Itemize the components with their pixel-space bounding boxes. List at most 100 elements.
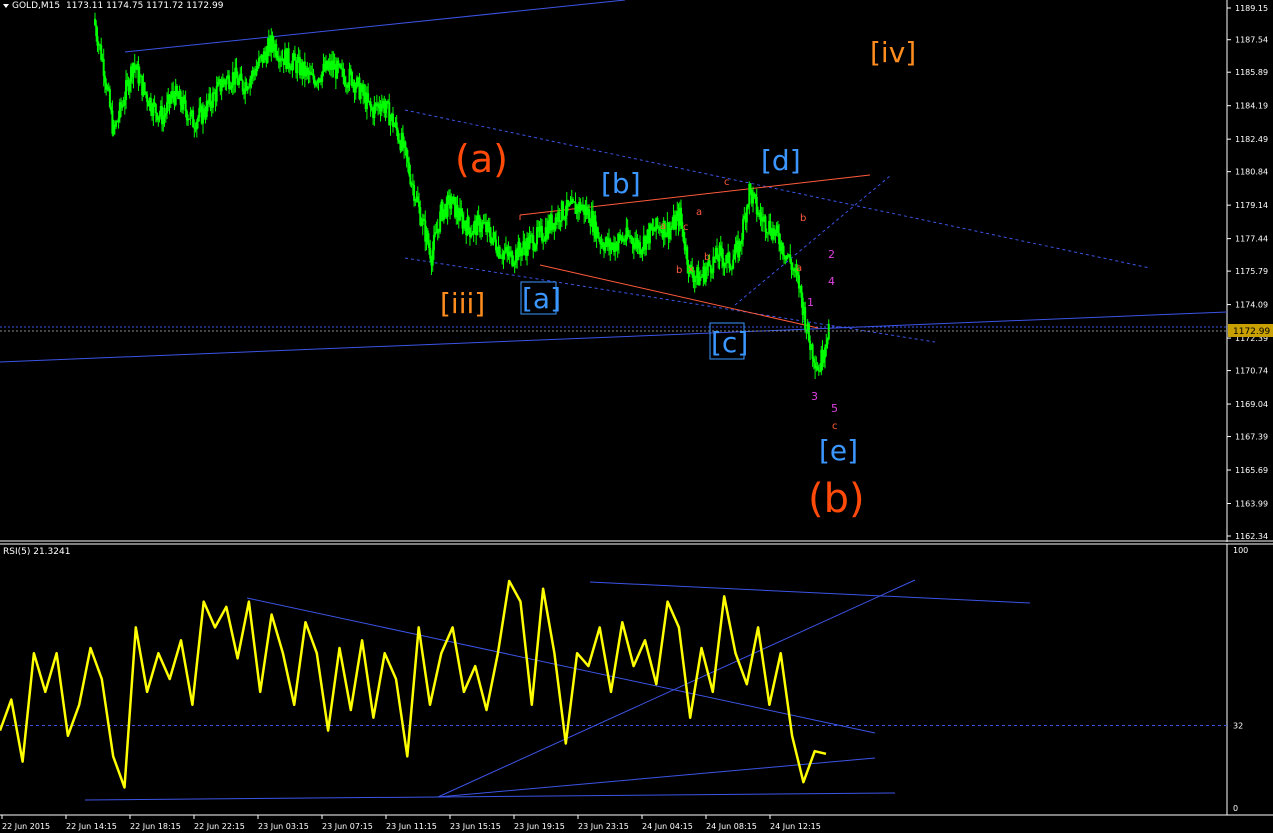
impulse-label-2: 2 — [828, 248, 835, 261]
candle-body — [149, 98, 152, 112]
candle-body — [133, 63, 136, 67]
wave-label-a-bracket: [a] — [522, 282, 561, 315]
price-tick-label: 1169.04 — [1235, 400, 1268, 409]
candle-body — [404, 141, 407, 148]
candle-body — [749, 184, 752, 191]
candle-body — [230, 85, 233, 89]
candle-body — [246, 87, 249, 91]
candle-body — [732, 259, 735, 269]
candle-body — [513, 262, 516, 265]
candle-body — [439, 211, 442, 232]
candle-body — [250, 76, 253, 79]
candle-body — [724, 262, 727, 264]
candle-body — [511, 251, 514, 266]
candle-body — [693, 278, 696, 283]
candle-body — [427, 242, 430, 248]
ohlc-readout: 1173.11 1174.75 1171.72 1172.99 — [66, 1, 224, 11]
candle-body — [102, 58, 105, 76]
candle-body — [626, 227, 629, 237]
candle-body — [423, 219, 426, 221]
rsi-tick-label: 32 — [1233, 721, 1243, 730]
candle-body — [287, 48, 290, 66]
candle-body — [675, 216, 678, 230]
candle-body — [631, 237, 634, 245]
time-tick-label: 24 Jun 12:15 — [770, 822, 821, 831]
candle-body — [498, 246, 501, 258]
candle-body — [719, 245, 722, 249]
candle-body — [716, 248, 719, 260]
candle-body — [211, 92, 214, 108]
candle-body — [477, 215, 480, 218]
candle-body — [824, 347, 827, 358]
candle-body — [431, 250, 434, 266]
candle-body — [241, 80, 244, 92]
candle-body — [349, 68, 352, 72]
price-tick-label: 1179.14 — [1235, 201, 1268, 210]
candle-body — [506, 247, 509, 252]
candle-body — [354, 86, 357, 93]
candle-body — [213, 92, 216, 94]
candle-body — [640, 251, 643, 255]
candle-body — [467, 217, 470, 228]
candle-body — [198, 107, 201, 118]
candle-body — [652, 227, 655, 231]
candle-body — [480, 228, 483, 233]
candle-body — [645, 236, 648, 250]
candle-body — [413, 184, 416, 201]
candle-body — [384, 108, 387, 114]
candle-body — [745, 207, 748, 223]
candle-body — [247, 86, 250, 88]
candle-body — [249, 78, 252, 87]
candle-body — [491, 237, 494, 244]
symbol-title: GOLD,M15 — [12, 1, 60, 11]
candle-body — [533, 249, 536, 251]
candle-body — [291, 60, 294, 71]
candle-body — [502, 252, 505, 259]
candle-body — [393, 125, 396, 127]
candle-body — [318, 78, 321, 81]
candle-body — [442, 209, 445, 220]
candle-body — [405, 147, 408, 158]
sub-label-b3: b — [800, 213, 806, 224]
candle-body — [411, 183, 414, 185]
sub-label-a1: a — [696, 207, 702, 218]
sub-label-b1: b — [676, 265, 682, 276]
candle-body — [487, 222, 490, 227]
candle-body — [540, 226, 543, 241]
wave-label-c-bracket: [c] — [711, 326, 748, 359]
candle-body — [559, 220, 562, 222]
candle-body — [172, 91, 175, 95]
candle-body — [414, 200, 417, 202]
candle-body — [755, 196, 758, 215]
candle-body — [96, 36, 99, 46]
candle-body — [641, 248, 644, 252]
candle-body — [495, 239, 498, 251]
candle-body — [564, 215, 567, 219]
candle-body — [601, 242, 604, 248]
candle-body — [562, 201, 565, 219]
candle-body — [668, 229, 671, 239]
candle-body — [306, 68, 309, 71]
price-tick-label: 1174.09 — [1235, 301, 1268, 310]
price-tick-label: 1180.84 — [1235, 168, 1268, 177]
candle-body — [521, 248, 524, 256]
candle-body — [228, 75, 231, 89]
candle-body — [781, 242, 784, 255]
candle-body — [110, 106, 113, 111]
candle-body — [163, 115, 166, 118]
candle-body — [264, 51, 267, 55]
candle-body — [158, 114, 161, 117]
candle-body — [179, 91, 182, 105]
candle-body — [534, 244, 537, 250]
candle-body — [123, 99, 126, 106]
candle-body — [778, 232, 781, 245]
candle-body — [275, 43, 278, 57]
impulse-label-4: 4 — [828, 275, 835, 288]
candle-body — [389, 117, 392, 126]
candle-body — [619, 234, 622, 237]
candle-body — [734, 243, 737, 255]
sub-label-a2: a — [660, 221, 666, 232]
candle-body — [395, 122, 398, 131]
candle-body — [296, 60, 299, 74]
price-tick-label: 1177.44 — [1235, 235, 1268, 244]
